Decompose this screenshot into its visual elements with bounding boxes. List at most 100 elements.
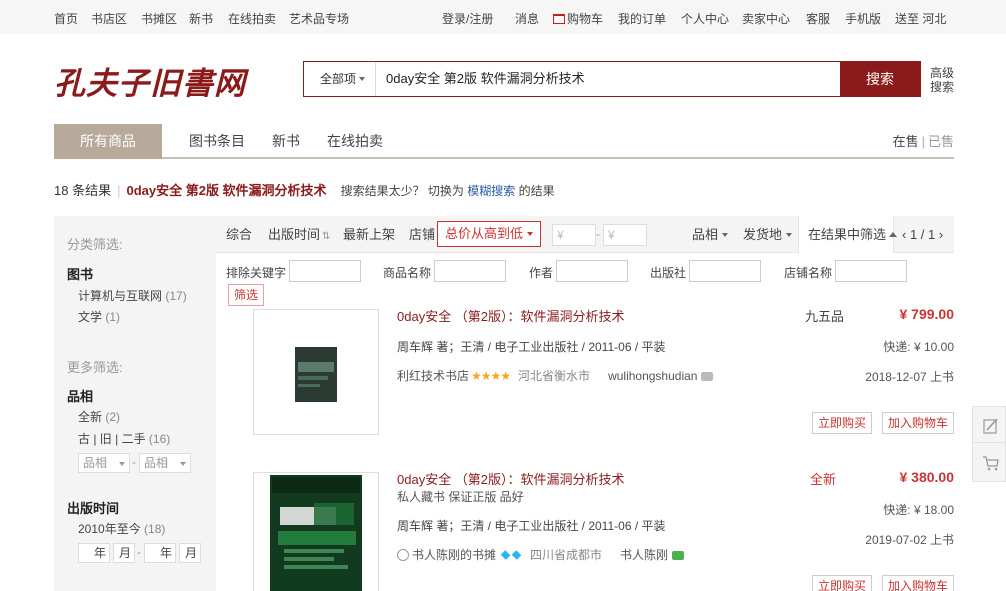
nav-home[interactable]: 首页 — [54, 10, 78, 27]
product-shop-line: 书人陈刚的书摊 四川省成都市 书人陈刚 — [397, 546, 685, 563]
nav-auction[interactable]: 在线拍卖 — [228, 10, 276, 27]
sort-newest[interactable]: 最新上架 — [343, 216, 395, 253]
year-to-input[interactable]: 年 — [144, 543, 176, 563]
result-summary: 18 条结果 | 0day安全 第2版 软件漏洞分析技术 搜索结果太少？ 切换为 模糊… — [54, 183, 555, 198]
exclude-keyword-input[interactable] — [289, 260, 361, 282]
product-shipping: 快递: ¥ 18.00 — [883, 503, 954, 517]
category-head-books[interactable]: 图书 — [67, 264, 93, 283]
nav-stalls[interactable]: 书摊区 — [141, 10, 177, 27]
orders-link[interactable]: 我的订单 — [618, 10, 666, 27]
price-max-input[interactable]: ¥ — [603, 224, 647, 246]
month-to-input[interactable]: 月 — [179, 543, 201, 563]
pubdate-item-2010[interactable]: 2010年至今 (18) — [78, 520, 165, 537]
seller-name[interactable]: wulihongshudian — [608, 369, 697, 383]
nav-bookstores[interactable]: 书店区 — [91, 10, 127, 27]
service-link[interactable]: 客服 — [806, 10, 830, 27]
chevron-down-icon — [359, 77, 366, 81]
shop-name-input[interactable] — [835, 260, 907, 282]
fuzzy-search-link[interactable]: 模糊搜索 — [467, 184, 515, 198]
item-name-label: 商品名称 — [383, 266, 432, 280]
product-listed-date: 2018-12-07 上书 — [865, 370, 954, 384]
author-label: 作者 — [529, 266, 554, 280]
shop-location: 四川省成都市 — [530, 548, 603, 562]
condition-max-select[interactable]: 品相 — [139, 453, 191, 473]
chevron-down-icon — [722, 233, 729, 237]
product-meta: 周车辉 著；王清 / 电子工业出版社 / 2011-06 / 平装 — [397, 519, 666, 533]
search-input[interactable]: 0day安全 第2版 软件漏洞分析技术 — [386, 62, 585, 96]
price-min-input[interactable]: ¥ — [552, 224, 596, 246]
login-link[interactable]: 登录/注册 — [442, 10, 493, 27]
site-logo[interactable]: 孔夫子旧書网 — [54, 58, 246, 103]
product-title-link[interactable]: 0day安全 （第2版）：软件漏洞分析技术 — [397, 306, 625, 325]
more-filter-title: 更多筛选: — [67, 360, 123, 375]
add-to-cart-button[interactable]: 加入购物车 — [882, 412, 954, 434]
shop-link[interactable]: 利红技术书店 — [397, 369, 469, 383]
pubdate-filter-head: 出版时间 — [67, 501, 120, 516]
exclude-keyword-label: 排除关键字 — [226, 266, 287, 280]
cart-icon — [553, 14, 565, 24]
publisher-label: 出版社 — [650, 266, 687, 280]
condition-item-used[interactable]: 古 | 旧 | 二手 (16) — [78, 430, 170, 447]
seller-center-link[interactable]: 卖家中心 — [742, 10, 790, 27]
sort-pubdate[interactable]: 出版时间 ⇅ — [268, 216, 330, 255]
tab-new-books[interactable]: 新书 — [272, 124, 300, 159]
author-input[interactable] — [556, 260, 628, 282]
edit-icon — [983, 418, 998, 434]
search-button[interactable]: 搜索 — [840, 62, 920, 96]
tab-book-entries[interactable]: 图书条目 — [189, 124, 245, 159]
filter-within-results[interactable]: 在结果中筛选 — [798, 216, 898, 253]
sort-price-desc[interactable]: 总价从高到低 — [437, 221, 541, 247]
product-thumbnail[interactable] — [253, 472, 379, 591]
cart-float-button[interactable] — [972, 442, 1006, 482]
messages-link[interactable]: 消息 — [515, 10, 539, 27]
condition-min-select[interactable]: 品相 — [78, 453, 130, 473]
sort-bar: 综合 出版时间 ⇅ 最新上架 店铺 总价从高到低 ¥ - ¥ 品相 发货地 在结果… — [216, 216, 954, 253]
year-from-input[interactable]: 年 — [78, 543, 110, 563]
chevron-down-icon — [527, 232, 533, 236]
deliver-to[interactable]: 送至 河北 — [895, 10, 946, 27]
filter-sidebar: 分类筛选: 图书 计算机与互联网 (17) 文学 (1) 更多筛选: 品相 全新… — [54, 216, 216, 591]
buy-now-button[interactable]: 立即购买 — [812, 412, 872, 434]
condition-dropdown[interactable]: 品相 — [692, 216, 729, 253]
tab-all-items[interactable]: 所有商品 — [54, 124, 162, 159]
item-name-input[interactable] — [434, 260, 506, 282]
sold-link[interactable]: 已售 — [928, 134, 954, 149]
product-condition: 全新 — [810, 472, 837, 487]
seller-name[interactable]: 书人陈刚 — [620, 548, 668, 562]
category-item-literature[interactable]: 文学 (1) — [78, 308, 120, 325]
chevron-down-icon — [119, 462, 125, 466]
category-item-computer[interactable]: 计算机与互联网 (17) — [78, 287, 187, 304]
buy-now-button[interactable]: 立即购买 — [812, 575, 872, 591]
cart-link[interactable]: 购物车 — [553, 10, 603, 27]
condition-filter-head: 品相 — [67, 389, 94, 404]
chat-icon[interactable] — [701, 372, 714, 381]
nav-new-books[interactable]: 新书 — [189, 10, 213, 27]
on-sale-link[interactable]: 在售 — [893, 134, 919, 149]
feedback-float-button[interactable] — [972, 406, 1006, 446]
search-scope-select[interactable]: 全部项 — [304, 62, 376, 96]
tab-auction[interactable]: 在线拍卖 — [327, 124, 383, 159]
mobile-link[interactable]: 手机版 — [845, 10, 881, 27]
product-condition: 九五品 — [805, 309, 845, 324]
book-cover-image — [295, 347, 337, 402]
chat-icon[interactable] — [672, 551, 685, 560]
nav-art[interactable]: 艺术品专场 — [289, 10, 349, 27]
product-title-link[interactable]: 0day安全 （第2版）：软件漏洞分析技术 — [397, 469, 625, 488]
personal-center-link[interactable]: 个人中心 — [681, 10, 729, 27]
sort-overall[interactable]: 综合 — [226, 216, 252, 253]
filter-button[interactable]: 筛选 — [228, 284, 264, 306]
month-from-input[interactable]: 月 — [113, 543, 135, 563]
sort-shop[interactable]: 店铺 — [409, 216, 435, 253]
advanced-search-link[interactable]: 高级搜索 — [930, 66, 958, 94]
add-to-cart-button[interactable]: 加入购物车 — [882, 575, 954, 591]
ship-from-dropdown[interactable]: 发货地 — [743, 216, 793, 253]
shop-link[interactable]: 书人陈刚的书摊 — [412, 548, 496, 562]
search-bar: 全部项 0day安全 第2版 软件漏洞分析技术 搜索 — [303, 61, 921, 97]
next-page-icon[interactable]: › — [939, 227, 943, 242]
product-thumbnail[interactable] — [253, 309, 379, 435]
condition-item-new[interactable]: 全新 (2) — [78, 408, 120, 425]
publisher-input[interactable] — [689, 260, 761, 282]
result-keyword: 0day安全 第2版 软件漏洞分析技术 — [126, 183, 327, 198]
prev-page-icon[interactable]: ‹ — [902, 227, 906, 242]
sort-arrows-icon: ⇅ — [322, 231, 331, 242]
